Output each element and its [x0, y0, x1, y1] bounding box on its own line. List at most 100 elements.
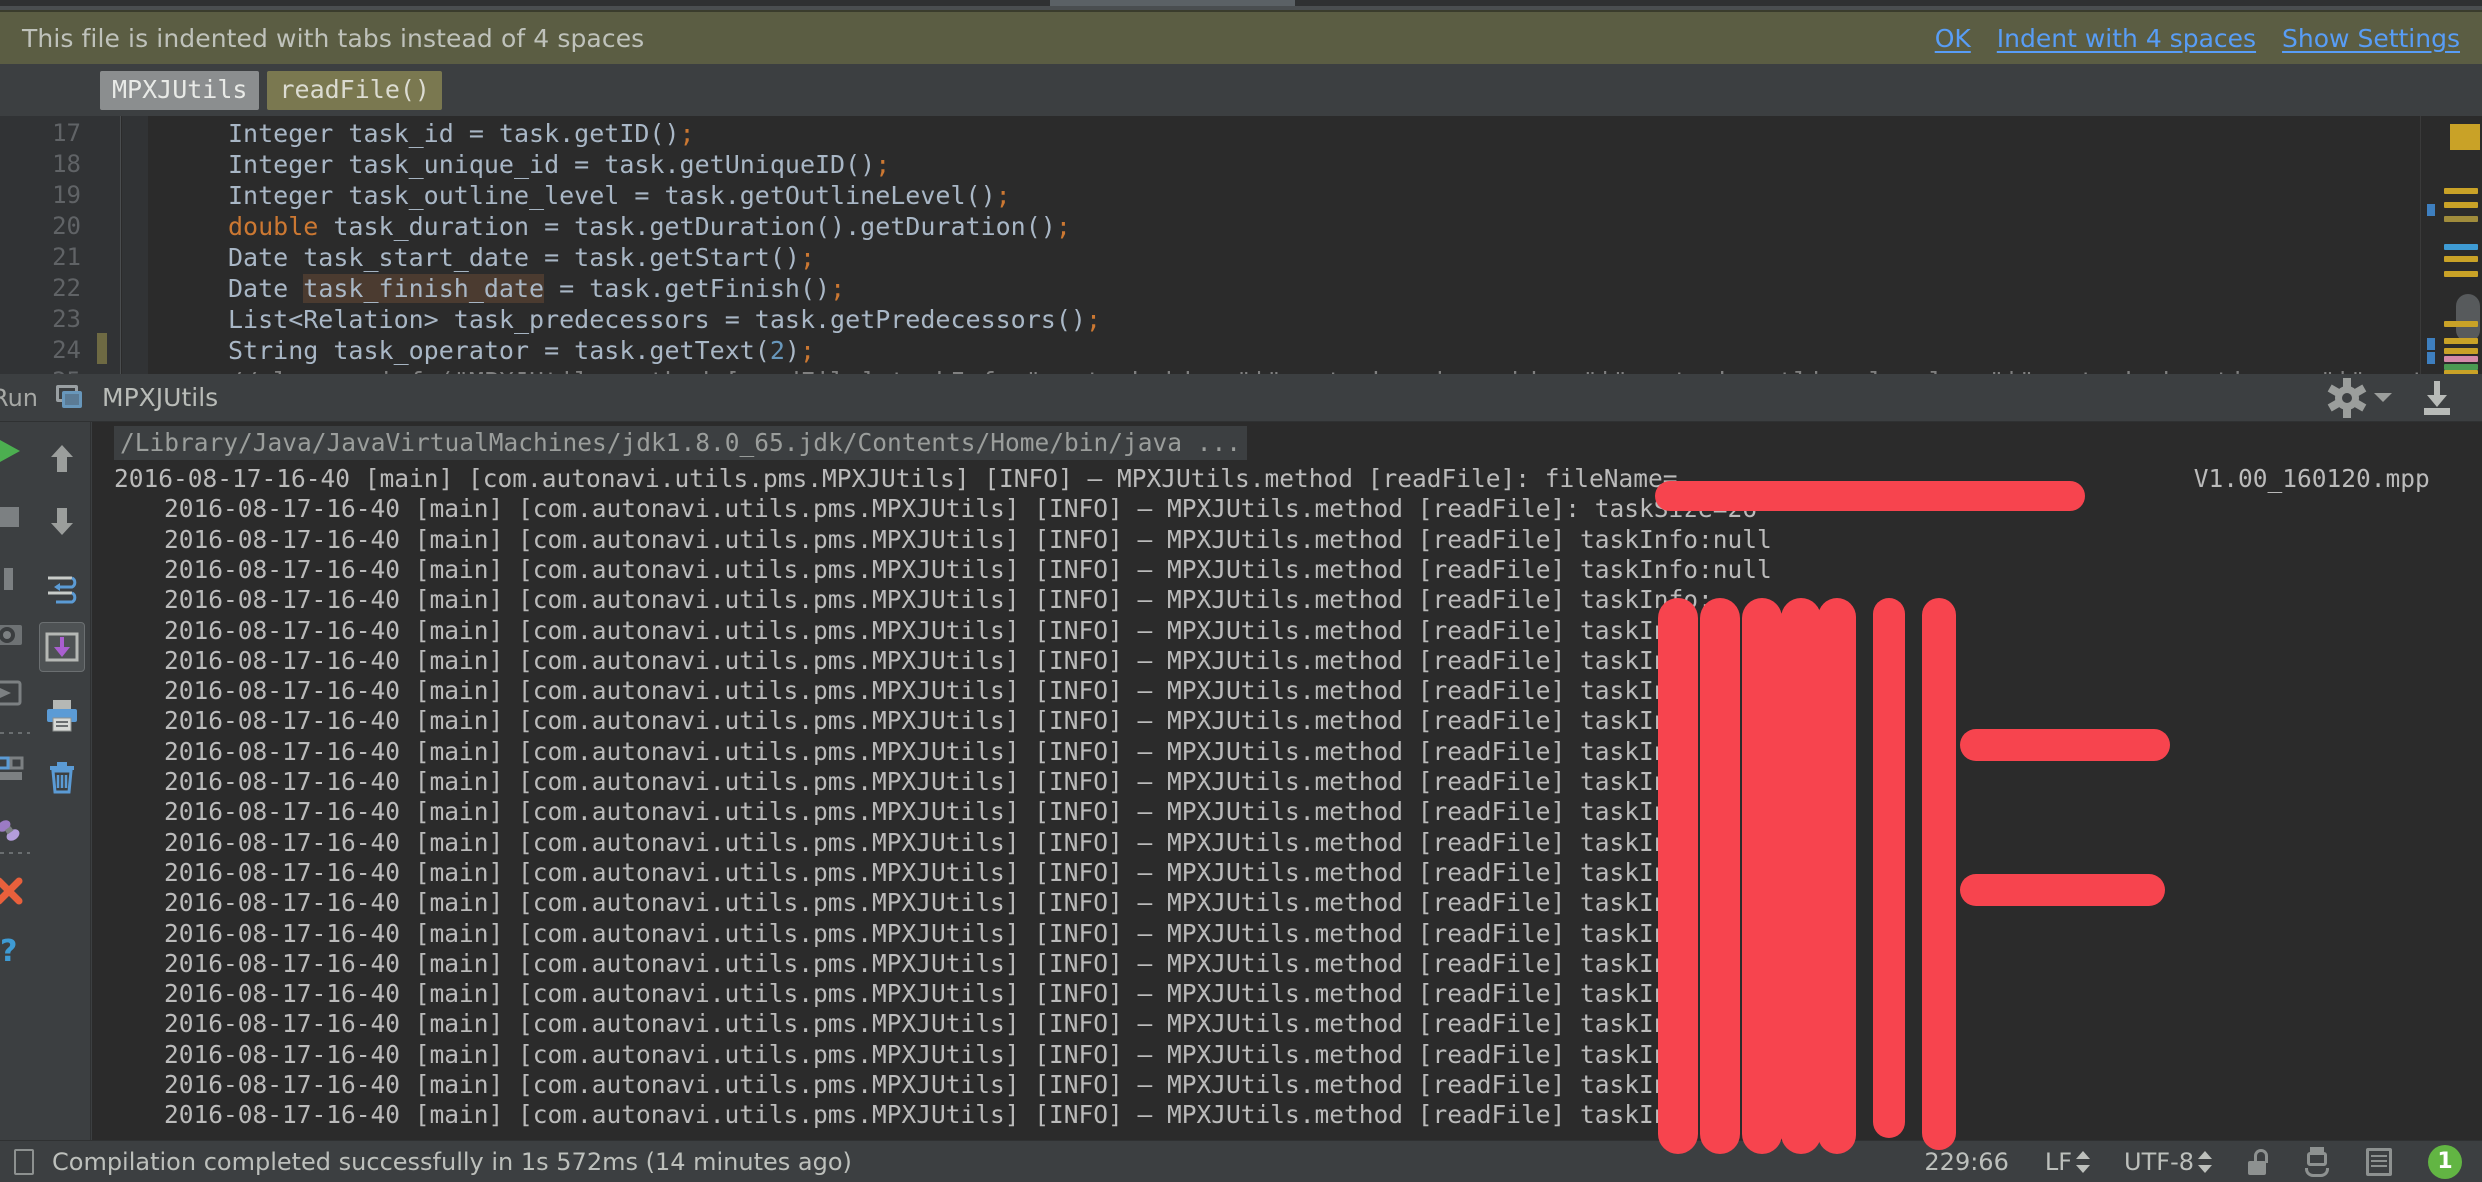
- line-separator-widget[interactable]: LF: [2045, 1148, 2091, 1176]
- console-log-line: 2016-08-17-16-40 [main] [com.autonavi.ut…: [164, 736, 1713, 766]
- editor-line-number: 20: [52, 212, 81, 240]
- console-log-line: 2016-08-17-16-40 [main] [com.autonavi.ut…: [164, 918, 1713, 948]
- console-log-line: 2016-08-17-16-40 [main] [com.autonavi.ut…: [164, 797, 1713, 827]
- console-log-line: 2016-08-17-16-40 [main] [com.autonavi.ut…: [164, 1009, 1713, 1039]
- vcs-change-marker: [97, 333, 107, 364]
- event-log-icon[interactable]: [2366, 1147, 2392, 1176]
- console-log-line: 2016-08-17-16-40 [main] [com.autonavi.ut…: [164, 767, 1713, 796]
- run-tool-window: Run MPXJUtils: [0, 374, 2482, 1140]
- warning-marker[interactable]: [2444, 188, 2478, 194]
- editor-line-number: 19: [52, 181, 81, 209]
- editor-line-number: 21: [52, 243, 81, 271]
- run-configuration-icon: [54, 384, 84, 411]
- warning-marker[interactable]: [2444, 321, 2478, 327]
- breadcrumb: MPXJUtils readFile(): [0, 64, 2482, 116]
- editor-fold-gutter-secondary[interactable]: [122, 116, 148, 374]
- console-log-line: 2016-08-17-16-40 [main] [com.autonavi.ut…: [164, 888, 1713, 918]
- show-settings-link[interactable]: Show Settings: [2282, 24, 2460, 53]
- unlocked-icon[interactable]: [2246, 1148, 2268, 1175]
- console-output[interactable]: /Library/Java/JavaVirtualMachines/jdk1.8…: [92, 422, 2482, 1140]
- ok-link[interactable]: OK: [1935, 24, 1971, 53]
- scroll-down-icon[interactable]: [39, 496, 85, 546]
- editor-line-number: 17: [52, 119, 81, 147]
- spinner-icon: [2198, 1150, 2212, 1174]
- console-log-line: 2016-08-17-16-40 [main] [com.autonavi.ut…: [164, 857, 1713, 887]
- notification-actions: OK Indent with 4 spaces Show Settings: [1935, 24, 2460, 53]
- breadcrumb-method[interactable]: readFile(): [267, 70, 442, 110]
- console-log-line: 2016-08-17-16-40 [main] [com.autonavi.ut…: [164, 1070, 1713, 1099]
- warning-marker[interactable]: [2444, 202, 2478, 208]
- console-toolbar: [31, 422, 91, 1140]
- editor-code-line[interactable]: Date task_finish_date = task.getFinish()…: [228, 273, 845, 304]
- run-configuration-name[interactable]: MPXJUtils: [102, 383, 218, 412]
- editor-code-line[interactable]: // logger.info("MPXJUtils.method [readFi…: [228, 366, 2482, 374]
- editor-code-line[interactable]: Integer task_unique_id = task.getUniqueI…: [228, 149, 890, 180]
- warning-marker[interactable]: [2444, 256, 2478, 262]
- caret-position-widget[interactable]: 229:66: [1924, 1148, 2008, 1176]
- gear-icon[interactable]: [2327, 377, 2367, 418]
- bookmark-marker[interactable]: [2427, 204, 2435, 216]
- bookmark-marker[interactable]: [2427, 352, 2435, 364]
- console-log-line: 2016-08-17-16-40 [main] [com.autonavi.ut…: [164, 645, 1713, 675]
- console-log-line: 2016-08-17-16-40 [main] [com.autonavi.ut…: [164, 827, 1713, 857]
- editor-code-line[interactable]: double task_duration = task.getDuration(…: [228, 211, 1071, 242]
- editor-code-line[interactable]: Integer task_id = task.getID();: [228, 118, 695, 149]
- editor-line-number: 25: [52, 366, 81, 374]
- warning-marker[interactable]: [2444, 271, 2478, 277]
- editor-line-number: 22: [52, 274, 81, 302]
- chevron-down-icon[interactable]: [2374, 393, 2392, 402]
- encoding-widget[interactable]: UTF-8: [2124, 1148, 2212, 1176]
- bookmark-marker[interactable]: [2427, 338, 2435, 350]
- console-log-line: 2016-08-17-16-40 [main] [com.autonavi.ut…: [164, 979, 1713, 1009]
- run-tool-window-header: Run MPXJUtils: [0, 374, 2482, 422]
- editor-code-line[interactable]: Integer task_outline_level = task.getOut…: [228, 180, 1011, 211]
- indentation-notification-banner: This file is indented with tabs instead …: [0, 10, 2482, 64]
- export-to-file-icon[interactable]: [2422, 380, 2452, 415]
- toolbar-separator: [0, 852, 30, 854]
- inspector-icon[interactable]: [2304, 1146, 2330, 1177]
- status-bar: Compilation completed successfully in 1s…: [0, 1140, 2482, 1182]
- run-tool-window-title: Run: [0, 383, 39, 412]
- warning-marker[interactable]: [2444, 216, 2478, 222]
- info-marker[interactable]: [2444, 244, 2478, 250]
- editor-code-area[interactable]: Integer task_id = task.getID(); Integer t…: [148, 116, 2482, 374]
- breadcrumb-class[interactable]: MPXJUtils: [100, 70, 260, 110]
- warning-marker[interactable]: [2444, 348, 2478, 354]
- editor-line-number: 18: [52, 150, 81, 178]
- scroll-up-icon[interactable]: [39, 434, 85, 484]
- editor-code-line[interactable]: Date task_start_date = task.getStart();: [228, 242, 815, 273]
- print-icon[interactable]: [39, 690, 85, 740]
- svg-text:?: ?: [0, 934, 17, 968]
- ide-window: This file is indented with tabs instead …: [0, 0, 2482, 1182]
- run-left-toolbar: ?: [0, 422, 30, 1140]
- editor-code-line[interactable]: String task_operator = task.getText(2);: [228, 335, 815, 366]
- warning-marker[interactable]: [2444, 338, 2478, 344]
- toggle-toolwindows-icon[interactable]: [14, 1148, 34, 1175]
- change-marker[interactable]: [2444, 356, 2478, 362]
- editor-code-line[interactable]: List<Relation> task_predecessors = task.…: [228, 304, 1101, 335]
- code-editor[interactable]: 17 18 19 20 21 22 23 24 25 Integer task_id = tas…: [0, 116, 2482, 374]
- notification-count-badge[interactable]: 1: [2428, 1144, 2462, 1179]
- console-log-line: 2016-08-17-16-40 [main] [com.autonavi.ut…: [164, 554, 1772, 584]
- editor-marker-gutter[interactable]: [2420, 116, 2482, 374]
- console-log-line: 2016-08-17-16-40 [main] [com.autonavi.ut…: [164, 494, 1758, 524]
- notification-message: This file is indented with tabs instead …: [22, 23, 645, 53]
- console-log-line: 2016-08-17-16-40 [main] [com.autonavi.ut…: [164, 1039, 1713, 1069]
- editor-line-number-gutter: 17 18 19 20 21 22 23 24 25: [0, 116, 93, 374]
- soft-wrap-icon[interactable]: [39, 562, 85, 612]
- console-log-line: 2016-08-17-16-40 [main] [com.autonavi.ut…: [164, 615, 1713, 645]
- editor-scrollbar-thumb[interactable]: [2456, 294, 2480, 342]
- run-tool-window-header-actions: [2327, 377, 2482, 418]
- indent-with-4-spaces-link[interactable]: Indent with 4 spaces: [1997, 24, 2256, 53]
- editor-line-number: 24: [52, 336, 81, 364]
- scroll-to-end-icon[interactable]: [39, 622, 85, 672]
- console-log-line: 2016-08-17-16-40 [main] [com.autonavi.ut…: [114, 464, 2430, 493]
- editor-fold-gutter[interactable]: [93, 116, 121, 374]
- window-chrome-strip: [0, 0, 2482, 10]
- console-command-line: /Library/Java/JavaVirtualMachines/jdk1.8…: [114, 426, 1248, 461]
- console-log-line: 2016-08-17-16-40 [main] [com.autonavi.ut…: [164, 1100, 1713, 1130]
- clear-all-icon[interactable]: [39, 752, 85, 802]
- status-message: Compilation completed successfully in 1s…: [52, 1147, 852, 1176]
- inspection-summary-marker[interactable]: [2450, 124, 2480, 150]
- console-log-line: 2016-08-17-16-40 [main] [com.autonavi.ut…: [164, 585, 1713, 615]
